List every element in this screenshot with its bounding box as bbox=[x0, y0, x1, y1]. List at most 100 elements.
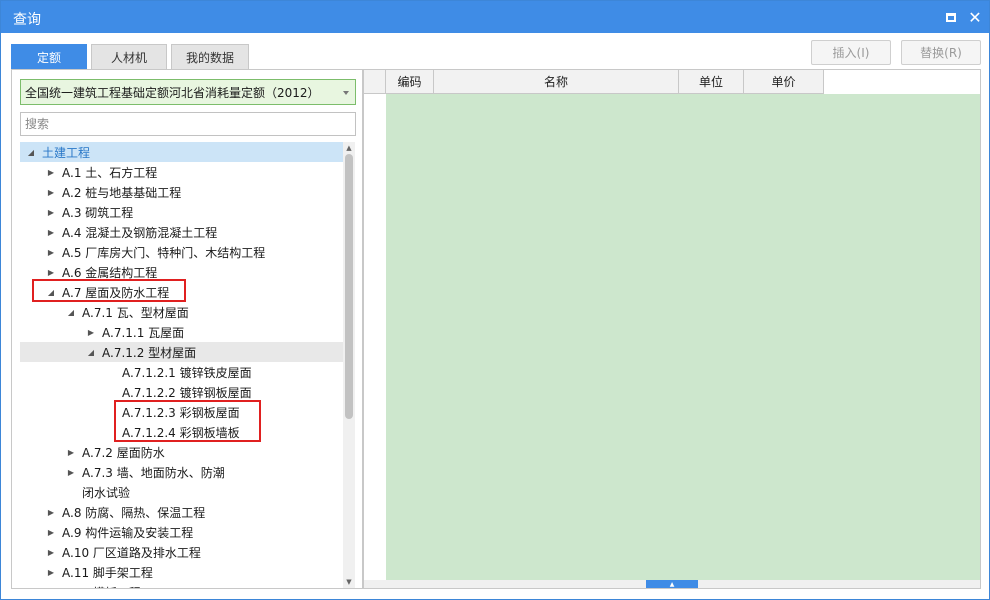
collapsed-arrow-icon[interactable]: ▶ bbox=[44, 205, 58, 219]
leaf-spacer bbox=[104, 365, 118, 379]
column-header-name[interactable]: 名称 bbox=[434, 70, 679, 94]
tree-node-label: A.5 厂库房大门、特种门、木结构工程 bbox=[62, 245, 266, 260]
expanded-arrow-icon[interactable]: ◢ bbox=[64, 305, 78, 319]
tree-node-label: A.7.1.2 型材屋面 bbox=[102, 345, 197, 360]
tree-node-label: A.3 砌筑工程 bbox=[62, 205, 134, 220]
tree-node[interactable]: ◢ A.7 屋面及防水工程 bbox=[20, 282, 343, 302]
splitter-handle-icon[interactable]: ▲ bbox=[646, 580, 698, 588]
leaf-spacer bbox=[64, 485, 78, 499]
tree-node[interactable]: ▶ A.8 防腐、隔热、保温工程 bbox=[20, 502, 343, 522]
tree-node[interactable]: A.7.1.2.4 彩钢板墙板 bbox=[20, 422, 343, 442]
tree-node-label: A.7.1.2.1 镀锌铁皮屋面 bbox=[122, 365, 252, 380]
tree-node[interactable]: ▶ A.7.1.1 瓦屋面 bbox=[20, 322, 343, 342]
collapsed-arrow-icon[interactable]: ▶ bbox=[44, 185, 58, 199]
tree-node-label: A.11 脚手架工程 bbox=[62, 565, 153, 580]
expanded-arrow-icon[interactable]: ◢ bbox=[44, 285, 58, 299]
tab-quota[interactable]: 定额 bbox=[11, 44, 87, 70]
tree-node[interactable]: ▶ A.4 混凝土及钢筋混凝土工程 bbox=[20, 222, 343, 242]
maximize-icon bbox=[946, 12, 956, 22]
tree-node[interactable]: ◢ 土建工程 bbox=[20, 142, 343, 162]
quota-library-value: 全国统一建筑工程基础定额河北省消耗量定额（2012） bbox=[25, 85, 320, 100]
search-input[interactable] bbox=[20, 112, 356, 136]
tree-node[interactable]: ▶ A.5 厂库房大门、特种门、木结构工程 bbox=[20, 242, 343, 262]
column-header-code[interactable]: 编码 bbox=[386, 70, 434, 94]
quota-tree: ◢ 土建工程 ▶ A.1 土、石方工程 ▶ A.2 桩与地基基础工程 ▶ A.3 砌筑工程 ▶ A… bbox=[20, 142, 343, 588]
window-title: 查询 bbox=[13, 12, 41, 28]
tree-node[interactable]: ▶ A.12 模板工程 bbox=[20, 582, 343, 589]
tree-node-label: A.4 混凝土及钢筋混凝土工程 bbox=[62, 225, 218, 240]
tree-node[interactable]: ▶ A.7.2 屋面防水 bbox=[20, 442, 343, 462]
close-button[interactable]: ✕ bbox=[965, 7, 985, 27]
tree-node[interactable]: ▶ A.6 金属结构工程 bbox=[20, 262, 343, 282]
tree-node[interactable]: ▶ A.9 构件运输及安装工程 bbox=[20, 522, 343, 542]
quota-tree-panel: 全国统一建筑工程基础定额河北省消耗量定额（2012） ◢ 土建工程 ▶ A.1 土、石… bbox=[11, 69, 363, 589]
tree-node[interactable]: A.7.1.2.2 镀锌钢板屋面 bbox=[20, 382, 343, 402]
tree-node[interactable]: A.7.1.2.3 彩钢板屋面 bbox=[20, 402, 343, 422]
quota-results-grid: 编码 名称 单位 单价 ▲ bbox=[363, 69, 981, 589]
dropdown-arrow-icon bbox=[343, 91, 349, 95]
query-window: 查询 ✕ 定额 人材机 我的数据 插入(I) 替换(R) 全国统一建筑工程基础定… bbox=[0, 0, 990, 600]
leaf-spacer bbox=[104, 385, 118, 399]
close-icon: ✕ bbox=[968, 7, 982, 27]
leaf-spacer bbox=[104, 425, 118, 439]
row-gutter bbox=[364, 94, 386, 580]
expanded-arrow-icon[interactable]: ◢ bbox=[24, 145, 38, 159]
tree-node[interactable]: ▶ A.10 厂区道路及排水工程 bbox=[20, 542, 343, 562]
tree-node-label: A.7.1.1 瓦屋面 bbox=[102, 325, 185, 340]
insert-button[interactable]: 插入(I) bbox=[811, 40, 891, 65]
tree-node-label: 闭水试验 bbox=[82, 485, 131, 500]
title-bar[interactable]: 查询 ✕ bbox=[1, 1, 989, 33]
collapsed-arrow-icon[interactable]: ▶ bbox=[84, 325, 98, 339]
scroll-thumb[interactable] bbox=[345, 154, 353, 419]
tree-scrollbar[interactable]: ▲ ▼ bbox=[343, 142, 355, 588]
tree-node-label: A.10 厂区道路及排水工程 bbox=[62, 545, 201, 560]
expanded-arrow-icon[interactable]: ◢ bbox=[84, 345, 98, 359]
collapsed-arrow-icon[interactable]: ▶ bbox=[44, 585, 58, 589]
tree-node-label: A.6 金属结构工程 bbox=[62, 265, 158, 280]
tab-labor-material-machine[interactable]: 人材机 bbox=[91, 44, 167, 70]
tree-node[interactable]: ◢ A.7.1.2 型材屋面 bbox=[20, 342, 343, 362]
replace-button[interactable]: 替换(R) bbox=[901, 40, 981, 65]
scroll-down-icon[interactable]: ▼ bbox=[343, 576, 355, 588]
collapsed-arrow-icon[interactable]: ▶ bbox=[44, 525, 58, 539]
grid-corner-cell bbox=[364, 70, 386, 94]
tree-node-label: 土建工程 bbox=[42, 145, 91, 160]
tree-node[interactable]: ▶ A.11 脚手架工程 bbox=[20, 562, 343, 582]
collapsed-arrow-icon[interactable]: ▶ bbox=[44, 265, 58, 279]
collapsed-arrow-icon[interactable]: ▶ bbox=[44, 545, 58, 559]
grid-body[interactable] bbox=[386, 94, 980, 580]
collapsed-arrow-icon[interactable]: ▶ bbox=[44, 245, 58, 259]
tree-node-label: A.7 屋面及防水工程 bbox=[62, 285, 170, 300]
tree-node-label: A.7.1.2.3 彩钢板屋面 bbox=[122, 405, 240, 420]
tree-node-label: A.7.3 墙、地面防水、防潮 bbox=[82, 465, 225, 480]
column-header-price[interactable]: 单价 bbox=[744, 70, 824, 94]
tree-node-label: A.8 防腐、隔热、保温工程 bbox=[62, 505, 206, 520]
tree-node[interactable]: 闭水试验 bbox=[20, 482, 343, 502]
maximize-button[interactable] bbox=[941, 7, 961, 27]
tree-node[interactable]: ▶ A.3 砌筑工程 bbox=[20, 202, 343, 222]
column-header-unit[interactable]: 单位 bbox=[679, 70, 744, 94]
collapsed-arrow-icon[interactable]: ▶ bbox=[64, 445, 78, 459]
tree-node[interactable]: A.7.1.2.1 镀锌铁皮屋面 bbox=[20, 362, 343, 382]
tree-node-label: A.7.1.2.2 镀锌钢板屋面 bbox=[122, 385, 252, 400]
tree-node-label: A.7.1 瓦、型材屋面 bbox=[82, 305, 189, 320]
collapsed-arrow-icon[interactable]: ▶ bbox=[44, 505, 58, 519]
tree-node[interactable]: ▶ A.1 土、石方工程 bbox=[20, 162, 343, 182]
grid-horizontal-scrollbar[interactable]: ▲ bbox=[364, 580, 980, 588]
collapsed-arrow-icon[interactable]: ▶ bbox=[44, 565, 58, 579]
tree-node-label: A.12 模板工程 bbox=[62, 584, 141, 589]
tree-node-label: A.7.2 屋面防水 bbox=[82, 445, 165, 460]
collapsed-arrow-icon[interactable]: ▶ bbox=[64, 465, 78, 479]
tab-my-data[interactable]: 我的数据 bbox=[171, 44, 249, 70]
tree-node[interactable]: ▶ A.7.3 墙、地面防水、防潮 bbox=[20, 462, 343, 482]
tree-node-label: A.7.1.2.4 彩钢板墙板 bbox=[122, 425, 240, 440]
collapsed-arrow-icon[interactable]: ▶ bbox=[44, 225, 58, 239]
tree-node[interactable]: ◢ A.7.1 瓦、型材屋面 bbox=[20, 302, 343, 322]
leaf-spacer bbox=[104, 405, 118, 419]
tree-node-label: A.1 土、石方工程 bbox=[62, 165, 158, 180]
collapsed-arrow-icon[interactable]: ▶ bbox=[44, 165, 58, 179]
tree-node[interactable]: ▶ A.2 桩与地基基础工程 bbox=[20, 182, 343, 202]
scroll-up-icon[interactable]: ▲ bbox=[343, 142, 355, 154]
tree-node-label: A.9 构件运输及安装工程 bbox=[62, 525, 194, 540]
quota-library-select[interactable]: 全国统一建筑工程基础定额河北省消耗量定额（2012） bbox=[20, 79, 356, 105]
